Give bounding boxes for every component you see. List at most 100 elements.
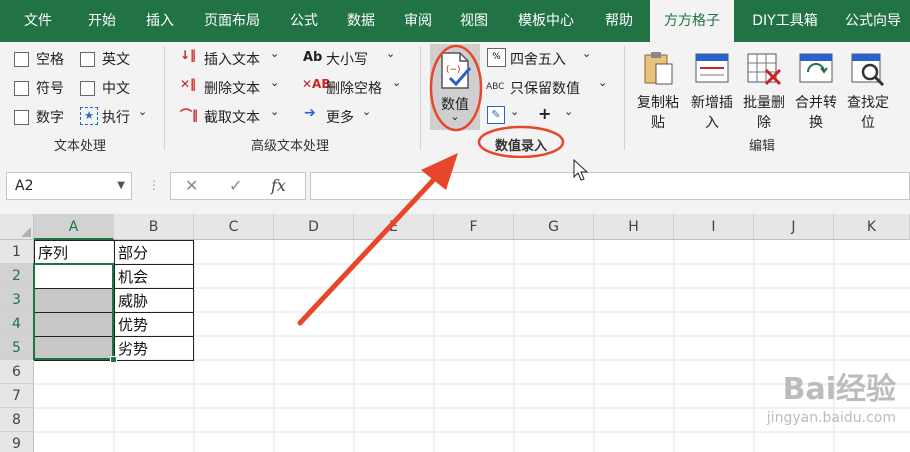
batch-delete-label: 批量删 [743,95,785,111]
checkbox-space[interactable] [14,52,29,67]
checkbox-symbol[interactable] [14,81,29,96]
insert-table-icon [695,53,729,83]
row-header-2[interactable]: 2 [0,264,34,288]
cell-b1[interactable]: 部分 [114,240,194,265]
round-button[interactable]: 四舍五入 [510,49,566,69]
tab-formula-wizard[interactable]: 公式向导 [836,0,910,42]
extract-text-button[interactable]: 截取文本 [204,107,260,127]
label-space: 空格 [36,52,64,68]
find-locate-label: 查找定 [847,95,889,111]
insert-new-label: 新增插 [691,95,733,111]
column-header-g[interactable]: G [514,214,594,240]
label-symbol: 符号 [36,81,64,97]
more-button[interactable]: 更多 [326,107,354,127]
ribbon: 空格 英文 符号 中文 数字 ★ 执行 ⌄ 文本处理 ↓‖ 插入文本 ⌄ ✕‖ … [0,42,910,159]
row-header-9[interactable]: 9 [0,432,34,452]
delete-text-icon: ✕‖ [180,77,197,91]
row-header-6[interactable]: 6 [0,360,34,384]
find-locate-button[interactable]: 查找定 位 [842,46,894,132]
insert-text-button[interactable]: 插入文本 [204,49,260,69]
group-label-advanced-text: 高级文本处理 [250,139,329,154]
column-header-a[interactable]: A [34,214,114,240]
column-header-c[interactable]: C [194,214,274,240]
column-header-e[interactable]: E [354,214,434,240]
confirm-icon[interactable]: ✓ [229,176,242,195]
insert-new-button[interactable]: 新增插 入 [686,46,738,132]
cell-b3[interactable]: 威胁 [114,288,194,313]
chevron-down-icon: ⌄ [270,76,280,89]
column-header-b[interactable]: B [114,214,194,240]
row-header-7[interactable]: 7 [0,384,34,408]
cell-a2[interactable] [34,264,115,289]
execute-button[interactable]: 执行 [102,107,130,127]
cell-a3[interactable] [34,288,115,313]
insert-new-label-2: 入 [705,115,719,131]
cell-a4[interactable] [34,312,115,337]
batch-delete-button[interactable]: 批量删 除 [738,46,790,132]
cell-b2[interactable]: 机会 [114,264,194,289]
watermark-url: jingyan.baidu.com [766,410,896,426]
cell-a5[interactable] [34,336,115,361]
tab-review[interactable]: 审阅 [392,0,444,42]
cell-b5[interactable]: 劣势 [114,336,194,361]
menu-bar: 文件 开始 插入 页面布局 公式 数据 审阅 视图 模板中心 帮助 方方格子 D… [0,0,910,42]
tab-view[interactable]: 视图 [448,0,500,42]
row-header-1[interactable]: 1 [0,240,34,264]
merge-convert-button[interactable]: 合并转 换 [790,46,842,132]
formula-input[interactable] [310,172,910,200]
tab-formulas[interactable]: 公式 [278,0,330,42]
name-box[interactable]: A2 ▼ [6,172,132,200]
tab-home[interactable]: 开始 [72,0,132,42]
insert-function-icon[interactable]: fx [271,176,286,195]
group-divider [624,46,625,150]
row-header-5[interactable]: 5 [0,336,34,360]
cancel-icon[interactable]: ✕ [185,176,198,195]
edit-icon[interactable]: ✎ [487,106,505,124]
tab-page-layout[interactable]: 页面布局 [192,0,272,42]
merge-convert-label: 合并转 [795,95,837,111]
chevron-down-icon: ⌄ [362,105,372,118]
row-header-3[interactable]: 3 [0,288,34,312]
tab-data[interactable]: 数据 [334,0,388,42]
cell-a1[interactable]: 序列 [34,240,115,265]
column-header-k[interactable]: K [834,214,910,240]
select-all-corner[interactable] [0,214,34,240]
column-header-d[interactable]: D [274,214,354,240]
plus-icon[interactable]: + [538,104,551,123]
column-header-f[interactable]: F [434,214,514,240]
label-english: 英文 [102,52,130,68]
case-button[interactable]: 大小写 [326,49,368,69]
copy-paste-button[interactable]: 复制粘 贴 [632,46,684,132]
column-header-h[interactable]: H [594,214,674,240]
insert-text-icon: ↓‖ [180,48,197,62]
checkbox-chinese[interactable] [80,81,95,96]
tab-insert[interactable]: 插入 [134,0,186,42]
copy-paste-label-2: 贴 [651,115,665,131]
column-header-i[interactable]: I [674,214,754,240]
chevron-down-icon: ⌄ [510,105,520,118]
keep-value-button[interactable]: 只保留数值 [510,78,580,98]
delete-text-button[interactable]: 删除文本 [204,78,260,98]
highlight-circle-number [429,44,483,132]
tab-file[interactable]: 文件 [8,0,68,42]
tab-template-center[interactable]: 模板中心 [506,0,586,42]
tab-help[interactable]: 帮助 [594,0,644,42]
group-label-text-processing: 文本处理 [53,139,106,154]
star-icon: ★ [80,107,98,125]
round-icon: % [487,48,506,67]
group-divider [420,46,421,150]
group-divider [164,46,165,150]
drag-handle-icon[interactable]: ⋮ [148,178,160,192]
column-header-j[interactable]: J [754,214,834,240]
tab-diy-toolbox[interactable]: DIY工具箱 [740,0,830,42]
delete-space-button[interactable]: 删除空格 [326,78,382,98]
checkbox-number[interactable] [14,110,29,125]
find-locate-label-2: 位 [861,115,875,131]
row-header-8[interactable]: 8 [0,408,34,432]
tab-fangfang-gezi[interactable]: 方方格子 [650,0,734,42]
chevron-down-icon: ⌄ [386,47,396,60]
cell-b4[interactable]: 优势 [114,312,194,337]
row-header-4[interactable]: 4 [0,312,34,336]
checkbox-english[interactable] [80,52,95,67]
fill-handle[interactable] [110,356,117,363]
